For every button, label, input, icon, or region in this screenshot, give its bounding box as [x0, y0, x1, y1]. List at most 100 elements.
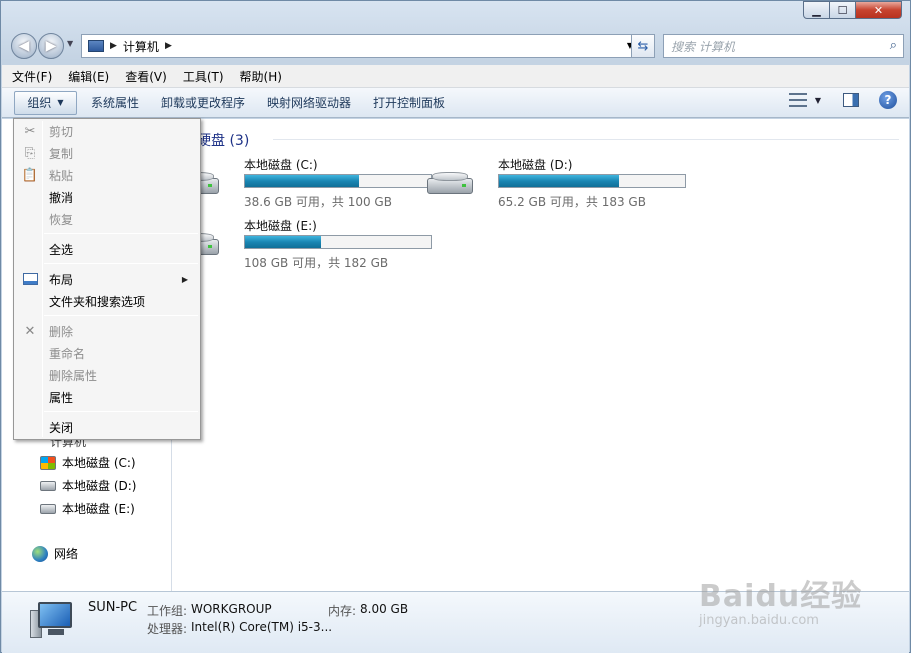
map-network-drive-button[interactable]: 映射网络驱动器: [259, 91, 359, 115]
organize-label: 组织: [27, 96, 52, 110]
menu-file[interactable]: 文件(F): [12, 68, 52, 85]
menu-help[interactable]: 帮助(H): [240, 68, 282, 85]
organize-button[interactable]: 组织 ▼: [14, 90, 77, 115]
file-list-pane[interactable]: 硬盘 (3) 本地磁盘 (C:) 38.6 GB 可用，共 100 GB 本地磁…: [171, 119, 909, 591]
computer-large-icon: [30, 602, 74, 638]
memory-label: 内存:: [328, 604, 357, 618]
menu-item-rename[interactable]: 重命名: [16, 342, 198, 364]
menu-item-label: 属性: [49, 390, 74, 405]
explorer-window: ▁ ☐ ✕ ◀ ▶ ▼ ▶ 计算机 ▶ ▼ ⇆ 搜索 计算机 ⌕ 文件(F) 编…: [0, 0, 911, 653]
open-control-panel-button[interactable]: 打开控制面板: [365, 91, 453, 115]
address-path[interactable]: 计算机: [123, 38, 159, 55]
drive-usage-bar: [498, 174, 686, 188]
drive-name: 本地磁盘 (E:): [244, 219, 317, 233]
nav-item-drive-e[interactable]: 本地磁盘 (E:): [40, 500, 135, 517]
computer-name: SUN-PC: [88, 600, 138, 615]
menu-separator: [44, 315, 198, 316]
processor-label: 处理器:: [147, 622, 188, 636]
workgroup-label: 工作组:: [147, 604, 188, 618]
menu-item-undo[interactable]: 撤消: [16, 186, 198, 208]
nav-item-drive-d[interactable]: 本地磁盘 (D:): [40, 477, 136, 494]
nav-item-network[interactable]: 网络: [32, 545, 78, 562]
drive-tile-d[interactable]: 本地磁盘 (D:) 65.2 GB 可用，共 183 GB: [427, 156, 686, 210]
menu-item-redo[interactable]: 恢复: [16, 208, 198, 230]
address-bar[interactable]: ▶ 计算机 ▶ ▼: [81, 34, 638, 58]
drive-usage-fill: [245, 175, 360, 187]
forward-button[interactable]: ▶: [38, 33, 64, 59]
back-button[interactable]: ◀: [11, 33, 37, 59]
search-icon[interactable]: ⌕: [890, 38, 897, 53]
system-properties-button[interactable]: 系统属性: [83, 91, 147, 115]
menu-item-copy[interactable]: ⎘ 复制: [16, 142, 198, 164]
menu-item-layout[interactable]: 布局 ▶: [16, 268, 198, 290]
menu-separator: [44, 263, 198, 264]
watermark-logo: Baidu经验: [699, 579, 863, 614]
close-button[interactable]: ✕: [856, 1, 902, 19]
caption-buttons: ▁ ☐ ✕: [803, 1, 902, 19]
menu-item-paste[interactable]: 📋 粘贴: [16, 164, 198, 186]
nav-item-label: 本地磁盘 (E:): [62, 502, 135, 516]
menu-separator: [44, 411, 198, 412]
uninstall-program-button[interactable]: 卸载或更改程序: [153, 91, 253, 115]
breadcrumb-chevron-icon[interactable]: ▶: [165, 41, 172, 51]
menu-item-label: 剪切: [49, 124, 74, 139]
clipboard-icon: 📋: [21, 167, 39, 183]
drive-icon: [40, 503, 56, 514]
network-globe-icon: [32, 545, 48, 562]
toolbar-right-group: ▼ ?: [788, 91, 897, 109]
drive-icon: [40, 480, 56, 491]
menu-item-label: 删除: [49, 324, 74, 339]
menu-item-label: 重命名: [49, 346, 86, 361]
minimize-button[interactable]: ▁: [803, 1, 830, 19]
menu-item-folder-options[interactable]: 文件夹和搜索选项: [16, 290, 198, 312]
baidu-watermark: Baidu经验 jingyan.baidu.com: [699, 571, 863, 628]
drive-name: 本地磁盘 (D:): [498, 158, 573, 172]
menu-item-label: 恢复: [49, 212, 74, 227]
system-drive-icon: [40, 455, 56, 470]
scissors-icon: ✂: [24, 123, 36, 139]
copy-icon: ⎘: [24, 145, 36, 161]
change-view-icon[interactable]: [788, 93, 807, 107]
navigation-row: ◀ ▶ ▼ ▶ 计算机 ▶ ▼ ⇆ 搜索 计算机 ⌕: [11, 32, 904, 59]
drive-tile-c[interactable]: 本地磁盘 (C:) 38.6 GB 可用，共 100 GB: [171, 156, 432, 210]
group-header-hard-disks[interactable]: 硬盘 (3): [197, 130, 249, 150]
menu-separator: [44, 233, 198, 234]
view-options-dropdown-icon[interactable]: ▼: [815, 96, 821, 105]
search-input[interactable]: 搜索 计算机 ⌕: [663, 34, 904, 58]
menu-item-remove-properties[interactable]: 删除属性: [16, 364, 198, 386]
nav-item-label: 本地磁盘 (D:): [62, 479, 137, 493]
computer-icon: [88, 40, 104, 52]
watermark-url: jingyan.baidu.com: [699, 613, 819, 628]
menu-bar: 文件(F) 编辑(E) 查看(V) 工具(T) 帮助(H): [2, 65, 909, 88]
preview-pane-icon[interactable]: [843, 93, 859, 107]
menu-item-label: 复制: [49, 146, 74, 161]
drive-usage-bar: [244, 235, 432, 249]
menu-tools[interactable]: 工具(T): [183, 68, 224, 85]
group-divider: [273, 139, 899, 140]
processor-value: Intel(R) Core(TM) i5-3...: [191, 620, 333, 634]
search-placeholder: 搜索 计算机: [671, 39, 735, 54]
refresh-button[interactable]: ⇆: [631, 34, 655, 58]
layout-icon: [22, 271, 38, 287]
nav-item-label: 网络: [54, 547, 79, 561]
menu-item-label: 文件夹和搜索选项: [49, 294, 146, 309]
menu-item-delete[interactable]: ✕ 删除: [16, 320, 198, 342]
maximize-button[interactable]: ☐: [830, 1, 856, 19]
drive-tile-e[interactable]: 本地磁盘 (E:) 108 GB 可用，共 182 GB: [173, 217, 432, 271]
submenu-arrow-icon: ▶: [181, 274, 188, 284]
breadcrumb-separator-icon[interactable]: ▶: [110, 41, 117, 51]
menu-item-close[interactable]: 关闭: [16, 416, 198, 438]
recent-pages-dropdown-icon[interactable]: ▼: [67, 39, 73, 48]
menu-view[interactable]: 查看(V): [125, 68, 167, 85]
nav-item-drive-c[interactable]: 本地磁盘 (C:): [40, 454, 136, 471]
organize-menu: ✂ 剪切 ⎘ 复制 📋 粘贴 撤消 恢复 全选 布局 ▶ 文件夹和搜索选项 ✕ …: [13, 118, 201, 440]
menu-item-label: 关闭: [49, 420, 74, 435]
menu-item-select-all[interactable]: 全选: [16, 238, 198, 260]
menu-item-properties[interactable]: 属性: [16, 386, 198, 408]
menu-edit[interactable]: 编辑(E): [68, 68, 109, 85]
menu-item-label: 粘贴: [49, 168, 74, 183]
drive-usage-fill: [245, 236, 321, 248]
menu-item-cut[interactable]: ✂ 剪切: [16, 120, 198, 142]
help-icon[interactable]: ?: [879, 91, 897, 109]
memory-value: 8.00 GB: [360, 602, 409, 616]
